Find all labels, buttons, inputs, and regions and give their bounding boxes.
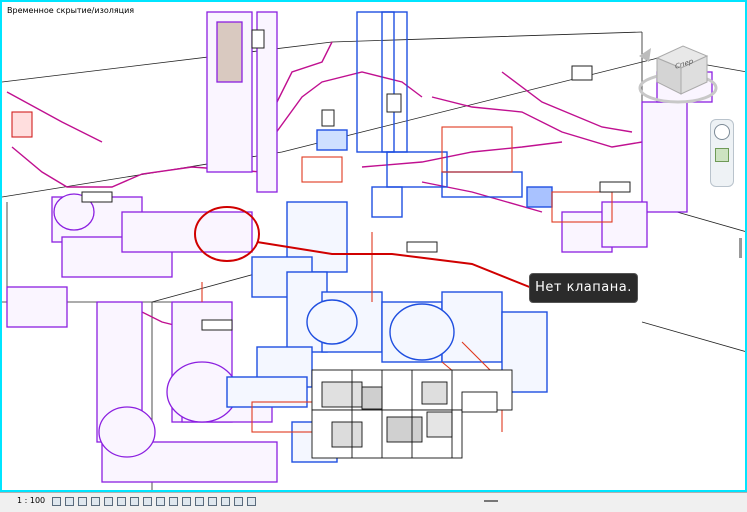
lock-view-icon[interactable] — [143, 497, 152, 506]
temp-hide-isolate-label: Временное скрытие/изоляция — [5, 5, 137, 16]
viewcube-icon[interactable]: Спер — [635, 38, 721, 108]
markup-callout[interactable]: Нет клапана. — [529, 273, 638, 303]
view-control-icons — [52, 497, 256, 506]
navigation-bar[interactable] — [710, 119, 734, 187]
crop-view-icon[interactable] — [117, 497, 126, 506]
view-control-bar: 1 : 100 — [0, 492, 747, 512]
detail-level-icon[interactable] — [52, 497, 61, 506]
splitter-grip[interactable] — [484, 500, 498, 502]
analysis-icon[interactable] — [208, 497, 217, 506]
sun-path-icon[interactable] — [78, 497, 87, 506]
viewport-scroll-handle[interactable] — [739, 238, 742, 258]
view-scale[interactable]: 1 : 100 — [17, 496, 45, 505]
steering-wheel-icon[interactable] — [714, 124, 730, 140]
reveal-hidden-icon[interactable] — [169, 497, 178, 506]
worksharing-icon[interactable] — [234, 497, 243, 506]
visual-style-icon[interactable] — [65, 497, 74, 506]
shadows-icon[interactable] — [91, 497, 100, 506]
temp-view-props-icon[interactable] — [182, 497, 191, 506]
show-crop-icon[interactable] — [130, 497, 139, 506]
design-options-icon[interactable] — [247, 497, 256, 506]
constraints-icon[interactable] — [221, 497, 230, 506]
highlight-displacement-icon[interactable] — [195, 497, 204, 506]
temp-hide-icon[interactable] — [156, 497, 165, 506]
air-handling-unit — [311, 369, 513, 459]
zoom-icon[interactable] — [715, 148, 729, 162]
3d-viewport[interactable]: Временное скрытие/изоляция Нет клапана. … — [0, 0, 747, 492]
render-icon[interactable] — [104, 497, 113, 506]
